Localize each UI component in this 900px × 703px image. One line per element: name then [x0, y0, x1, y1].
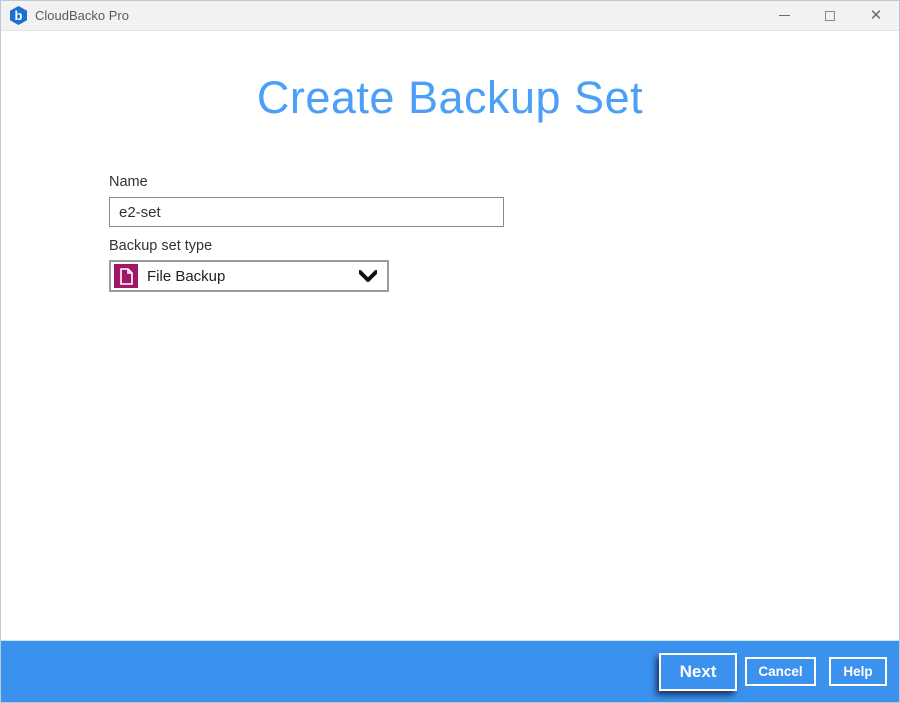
cloudbacko-logo-icon: b: [10, 6, 27, 25]
help-button[interactable]: Help: [829, 657, 887, 686]
maximize-button[interactable]: [807, 1, 853, 30]
next-button[interactable]: Next: [659, 653, 737, 691]
window-title: CloudBacko Pro: [35, 8, 129, 23]
close-button[interactable]: ✕: [853, 1, 899, 30]
chevron-down-icon: [359, 270, 377, 282]
page-title: Create Backup Set: [1, 72, 899, 124]
backup-set-name-input[interactable]: [109, 197, 504, 227]
minimize-icon: [779, 15, 790, 16]
file-backup-document-icon: [114, 264, 138, 288]
cancel-button[interactable]: Cancel: [745, 657, 816, 686]
minimize-button[interactable]: [761, 1, 807, 30]
backup-set-type-dropdown[interactable]: File Backup: [109, 260, 389, 292]
window-controls: ✕: [761, 1, 899, 30]
close-icon: ✕: [870, 8, 883, 23]
backup-set-type-value: File Backup: [147, 268, 359, 285]
name-label: Name: [109, 174, 148, 190]
app-window: b CloudBacko Pro ✕ Create Backup Set Nam…: [0, 0, 900, 703]
main-content: Create Backup Set Name Backup set type F…: [1, 32, 899, 640]
backup-set-type-label: Backup set type: [109, 238, 212, 254]
maximize-icon: [825, 11, 835, 21]
title-bar: b CloudBacko Pro ✕: [1, 1, 899, 31]
footer-bar: Next Cancel Help: [1, 640, 899, 702]
